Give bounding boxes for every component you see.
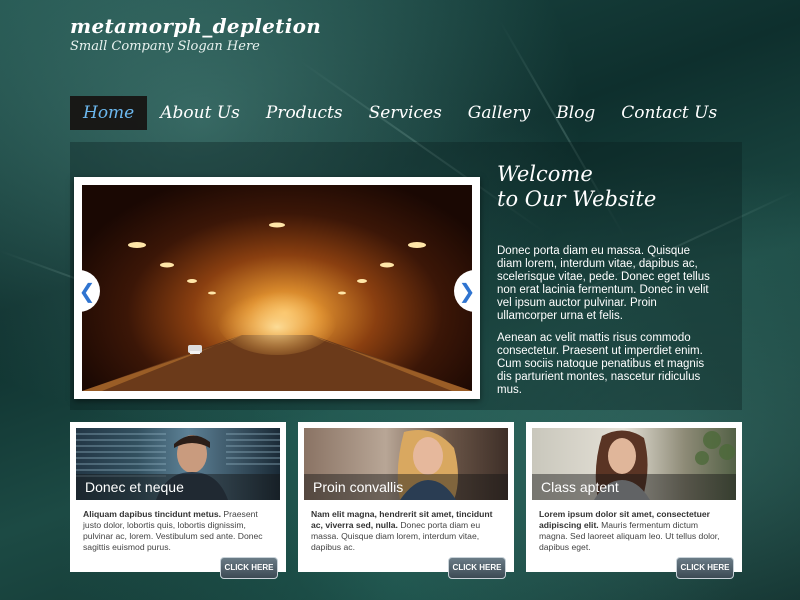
card-text: Lorem ipsum dolor sit amet, consectetuer…: [532, 509, 736, 553]
card-caption: Donec et neque: [76, 474, 280, 500]
card-image-woman-brunette[interactable]: Class aptent: [532, 428, 736, 500]
nav-item-contact-us[interactable]: Contact Us: [608, 96, 730, 130]
slide-image-tunnel: [82, 185, 472, 391]
card-image-man-blinds[interactable]: Donec et neque: [76, 428, 280, 500]
feature-card-2: Proin convallis Nam elit magna, hendreri…: [298, 422, 514, 579]
card-text: Aliquam dapibus tincidunt metus. Praesen…: [76, 509, 280, 553]
card-lead: Aliquam dapibus tincidunt metus.: [83, 509, 221, 519]
site-slogan: Small Company Slogan Here: [70, 39, 260, 54]
nav-item-gallery[interactable]: Gallery: [455, 96, 543, 130]
welcome-heading-line1: Welcome: [497, 162, 593, 186]
card-image-woman-blonde[interactable]: Proin convallis: [304, 428, 508, 500]
nav-item-blog[interactable]: Blog: [543, 96, 608, 130]
nav-item-about-us[interactable]: About Us: [147, 96, 253, 130]
click-here-button[interactable]: CLICK HERE: [676, 557, 734, 579]
tunnel-illustration: [82, 222, 472, 391]
welcome-paragraph-2: Aenean ac velit mattis risus commodo con…: [497, 332, 705, 396]
feature-card-1: Donec et neque Aliquam dapibus tincidunt…: [70, 422, 286, 579]
nav-item-services[interactable]: Services: [356, 96, 455, 130]
nav-item-home[interactable]: Home: [70, 96, 148, 130]
welcome-heading-line2: to Our Website: [497, 187, 657, 211]
site-title[interactable]: metamorph_depletion: [70, 14, 321, 38]
card-caption: Proin convallis: [304, 474, 508, 500]
image-slider: [74, 177, 480, 399]
feature-card-3: Class aptent Lorem ipsum dolor sit amet,…: [526, 422, 742, 579]
click-here-button[interactable]: CLICK HERE: [220, 557, 278, 579]
nav-item-products[interactable]: Products: [253, 96, 356, 130]
welcome-heading: Welcome to Our Website: [497, 162, 727, 212]
main-nav: Home About Us Products Services Gallery …: [70, 96, 730, 130]
welcome-paragraph-1: Donec porta diam eu massa. Quisque diam …: [497, 245, 710, 322]
click-here-button[interactable]: CLICK HERE: [448, 557, 506, 579]
card-caption: Class aptent: [532, 474, 736, 500]
card-text: Nam elit magna, hendrerit sit amet, tinc…: [304, 509, 508, 553]
